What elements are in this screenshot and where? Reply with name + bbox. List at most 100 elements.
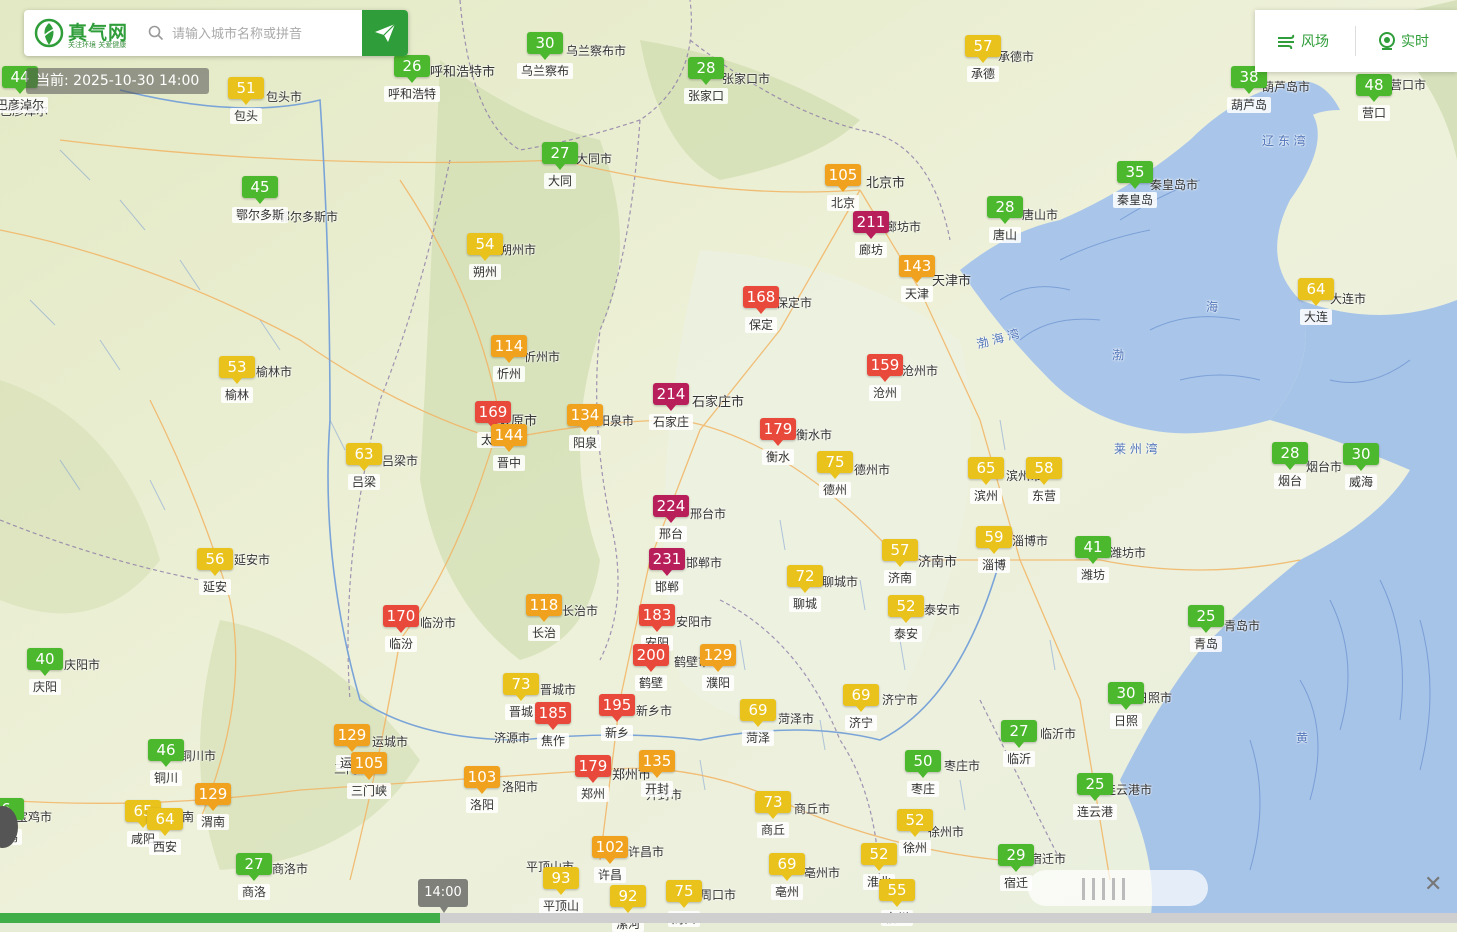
aqi-value-badge[interactable]: 53	[219, 356, 255, 384]
aqi-value-badge[interactable]: 92	[610, 885, 646, 913]
aqi-city-label: 济宁	[821, 712, 901, 731]
aqi-value-badge[interactable]: 28	[987, 196, 1023, 224]
aqi-value-badge[interactable]: 69	[769, 853, 805, 881]
aqi-value-badge[interactable]: 48	[1356, 74, 1392, 102]
aqi-value-badge[interactable]: 214	[653, 383, 689, 411]
aqi-value-badge[interactable]: 35	[1117, 161, 1153, 189]
aqi-value-badge[interactable]: 179	[760, 418, 796, 446]
aqi-value-badge[interactable]: 102	[592, 836, 628, 864]
aqi-value-badge[interactable]: 105	[825, 164, 861, 192]
aqi-value-badge[interactable]: 45	[242, 176, 278, 204]
aqi-value-badge[interactable]: 168	[743, 286, 779, 314]
aqi-city-name: 焦作	[536, 733, 569, 749]
aqi-city-name: 淄博	[977, 557, 1010, 573]
aqi-city-label: 三门峡	[329, 780, 409, 799]
aqi-value-badge[interactable]: 30	[1343, 443, 1379, 471]
aqi-value-badge[interactable]: 129	[195, 783, 231, 811]
aqi-value-badge[interactable]: 52	[897, 809, 933, 837]
legend-bar	[1102, 878, 1105, 900]
aqi-value-badge[interactable]: 57	[882, 539, 918, 567]
aqi-value-badge[interactable]: 179	[575, 755, 611, 783]
aqi-value-badge[interactable]: 231	[649, 548, 685, 576]
search-input[interactable]	[170, 18, 360, 50]
aqi-value-badge[interactable]: 52	[861, 843, 897, 871]
aqi-value-badge[interactable]: 72	[787, 565, 823, 593]
aqi-city-name: 济南	[883, 570, 916, 586]
aqi-value-badge[interactable]: 143	[899, 255, 935, 283]
timeline-handle[interactable]: 14:00	[418, 879, 468, 913]
aqi-value-badge[interactable]: 27	[542, 142, 578, 170]
aqi-value-badge[interactable]: 57	[965, 35, 1001, 63]
aqi-city-label: 淄博	[954, 554, 1034, 573]
aqi-value-badge[interactable]: 129	[334, 724, 370, 752]
aqi-value-badge[interactable]: 183	[639, 604, 675, 632]
aqi-value-badge[interactable]: 118	[526, 594, 562, 622]
aqi-value-badge[interactable]: 69	[843, 684, 879, 712]
aqi-value-badge[interactable]: 64	[1298, 278, 1334, 306]
aqi-city-name: 连云港	[1072, 804, 1117, 820]
aqi-value-badge[interactable]: 54	[467, 233, 503, 261]
aqi-value-badge[interactable]: 59	[976, 526, 1012, 554]
aqi-value-badge[interactable]: 69	[740, 699, 776, 727]
app-logo[interactable]: 真气网 关注环境 关爱健康	[34, 17, 146, 49]
aqi-city-name: 巴彦淖尔	[0, 97, 48, 113]
aqi-value-badge[interactable]: 73	[503, 673, 539, 701]
aqi-value-badge[interactable]: 58	[1026, 457, 1062, 485]
aqi-value-badge[interactable]: 134	[567, 404, 603, 432]
search-icon	[148, 25, 164, 41]
search-submit-button[interactable]	[362, 10, 408, 56]
aqi-value-badge[interactable]: 114	[491, 335, 527, 363]
aqi-value-badge[interactable]: 200	[633, 644, 669, 672]
aqi-value-badge[interactable]: 41	[1075, 536, 1111, 564]
aqi-value-badge[interactable]: 224	[653, 495, 689, 523]
close-icon[interactable]: ✕	[1424, 872, 1442, 897]
aqi-value-badge[interactable]: 75	[817, 451, 853, 479]
aqi-value-badge[interactable]: 170	[383, 605, 419, 633]
aqi-value-badge[interactable]: 29	[998, 844, 1034, 872]
aqi-value-badge[interactable]: 185	[535, 702, 571, 730]
aqi-city-name: 潍坊	[1076, 567, 1109, 583]
aqi-value-badge[interactable]: 195	[599, 694, 635, 722]
aqi-value-badge[interactable]: 40	[27, 648, 63, 676]
aqi-value-badge[interactable]: 64	[147, 808, 183, 836]
aqi-value-badge[interactable]: 56	[197, 548, 233, 576]
aqi-value-badge[interactable]: 105	[351, 752, 387, 780]
legend-panel[interactable]	[1028, 870, 1208, 906]
aqi-value-badge[interactable]: 75	[666, 880, 702, 908]
aqi-value-badge[interactable]: 46	[148, 739, 184, 767]
wind-field-button[interactable]: 风场	[1277, 10, 1329, 72]
aqi-value-badge[interactable]: 169	[475, 401, 511, 429]
aqi-city-label: 长治	[504, 622, 584, 641]
aqi-city-label: 菏泽	[718, 727, 798, 746]
aqi-city-label: 吕梁	[324, 471, 404, 490]
aqi-value-badge[interactable]: 211	[853, 211, 889, 239]
aqi-value-badge[interactable]: 27	[1001, 720, 1037, 748]
aqi-value-badge[interactable]: 27	[236, 853, 272, 881]
aqi-value-badge[interactable]: 51	[228, 77, 264, 105]
aqi-value-badge[interactable]: 65	[968, 457, 1004, 485]
aqi-city-name: 大同	[543, 173, 576, 189]
aqi-value-badge[interactable]: 25	[1188, 605, 1224, 633]
timeline-progress	[0, 913, 440, 923]
aqi-value-badge[interactable]: 30	[527, 32, 563, 60]
aqi-value-badge[interactable]: 26	[394, 55, 430, 83]
aqi-value-badge[interactable]: 28	[1272, 442, 1308, 470]
aqi-value-badge[interactable]: 55	[879, 879, 915, 907]
aqi-value-badge[interactable]: 73	[755, 791, 791, 819]
aqi-value-badge[interactable]: 135	[639, 750, 675, 778]
aqi-value-badge[interactable]: 144	[491, 424, 527, 452]
timeline-track[interactable]	[0, 913, 1457, 923]
aqi-value-badge[interactable]: 63	[346, 443, 382, 471]
aqi-value-badge[interactable]: 159	[867, 354, 903, 382]
aqi-value-badge[interactable]: 93	[543, 867, 579, 895]
aqi-value-badge[interactable]: 25	[1077, 773, 1113, 801]
aqi-city-label: 临汾	[361, 633, 441, 652]
realtime-button[interactable]: 实时	[1377, 10, 1429, 72]
aqi-value-badge[interactable]: 50	[905, 750, 941, 778]
aqi-value-badge[interactable]: 103	[464, 766, 500, 794]
aqi-value-badge[interactable]: 28	[688, 57, 724, 85]
aqi-city-name: 开封	[640, 781, 673, 797]
aqi-value-badge[interactable]: 52	[888, 595, 924, 623]
aqi-value-badge[interactable]: 30	[1108, 682, 1144, 710]
aqi-value-badge[interactable]: 129	[700, 644, 736, 672]
